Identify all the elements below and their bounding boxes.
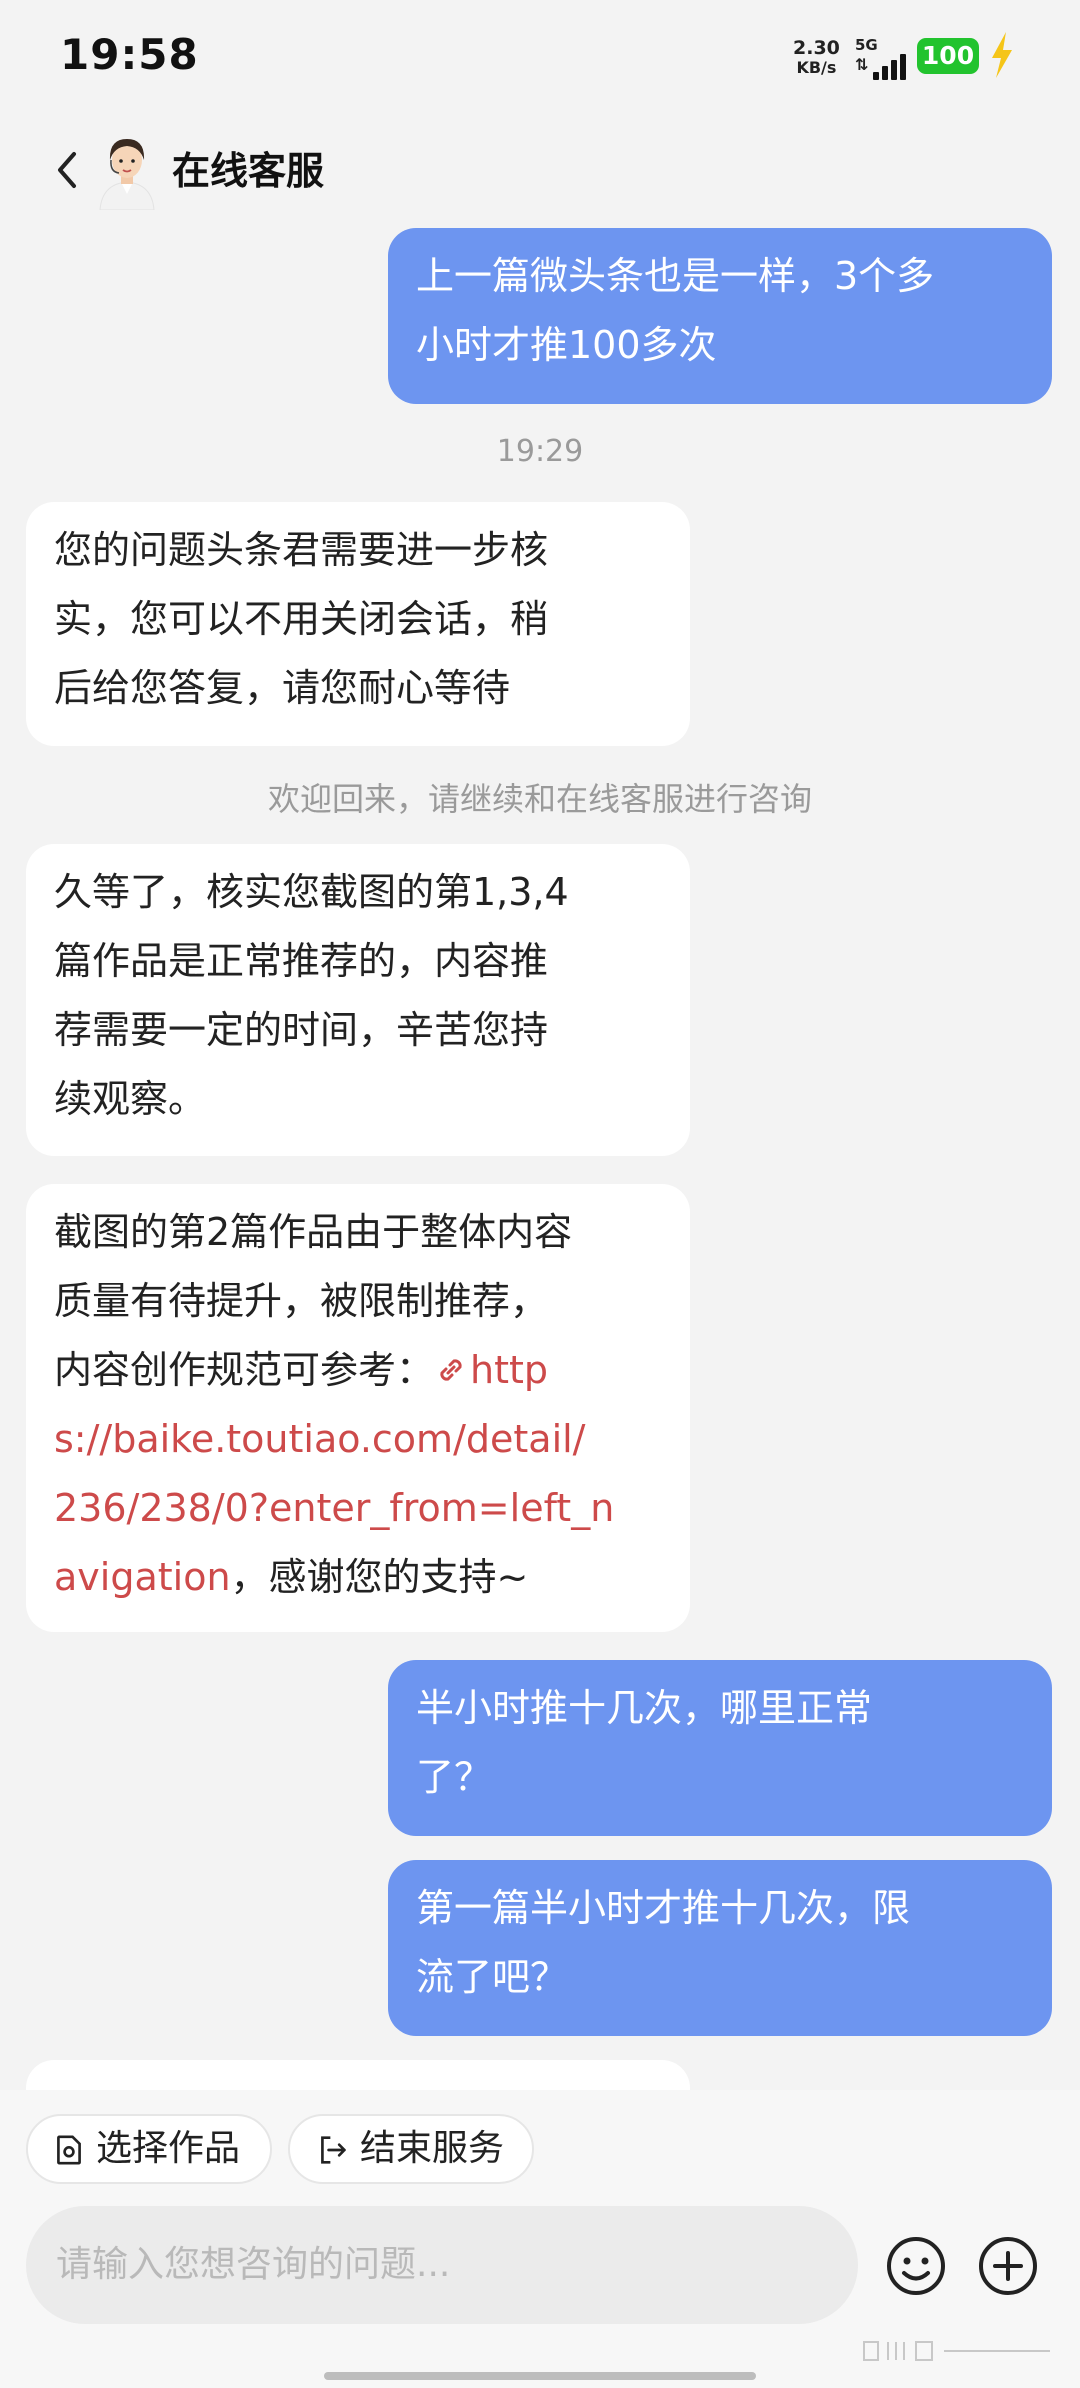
home-indicator[interactable] (324, 2372, 756, 2380)
guideline-link[interactable]: http (434, 1348, 548, 1392)
link-text[interactable]: http (470, 1348, 548, 1392)
network-type: 5G (855, 36, 878, 54)
net-speed: 2.30 KB/s (793, 38, 840, 78)
net-speed-unit: KB/s (796, 58, 837, 77)
message-line: 了？ (416, 1755, 493, 1799)
link-line[interactable]: avigation (54, 1555, 231, 1599)
message-line: 实，您可以不用关闭会话，稍 (54, 597, 549, 641)
message-line: 上一篇微头条也是一样，3个多 (416, 254, 935, 298)
message-text: 内容创作规范可参考： (54, 1348, 435, 1392)
message-line: 篇作品是正常推荐的，内容推 (54, 939, 549, 983)
message-line: 第一篇半小时才推十几次，限 (416, 1886, 911, 1930)
watermark-logo (863, 2341, 1050, 2361)
user-message-3: 第一篇半小时才推十几次，限 流了吧？ (388, 1860, 1052, 2036)
agent-message-2: 久等了，核实您截图的第1,3,4 篇作品是正常推荐的，内容推 荐需要一定的时间，… (26, 844, 690, 1156)
agent-message-3: 截图的第2篇作品由于整体内容 质量有待提升，被限制推荐， 内容创作规范可参考： h… (26, 1184, 690, 1632)
message-text: ，感谢您的支持~ (230, 1555, 529, 1599)
plus-icon[interactable] (976, 2234, 1040, 2298)
emoji-icon[interactable] (884, 2234, 948, 2298)
message-line: 久等了，核实您截图的第1,3,4 (54, 870, 569, 914)
end-service-icon (321, 2136, 346, 2164)
end-service-button[interactable]: 结束服务 (288, 2114, 534, 2184)
system-notice: 欢迎回来，请继续和在线客服进行咨询 (267, 780, 812, 818)
net-speed-value: 2.30 (793, 37, 840, 59)
message-input[interactable]: 请输入您想咨询的问题... (26, 2206, 858, 2324)
message-line: 质量有待提升，被限制推荐， (54, 1279, 549, 1323)
back-icon[interactable] (48, 142, 84, 198)
data-arrows-icon: ⇅ (855, 55, 869, 74)
chat-header: 在线客服 (0, 120, 1080, 220)
agent-message-1: 您的问题头条君需要进一步核 实，您可以不用关闭会话，稍 后给您答复，请您耐心等待 (26, 502, 690, 746)
message-line: 内容创作规范可参考： http (54, 1336, 662, 1405)
message-line: 后给您答复，请您耐心等待 (54, 666, 511, 710)
message-line: 流了吧？ (416, 1955, 569, 1999)
lightning-icon (992, 32, 1012, 78)
status-time: 19:58 (60, 30, 199, 79)
select-work-icon (57, 2135, 81, 2165)
message-line: avigation，感谢您的支持~ (54, 1543, 662, 1612)
select-work-button[interactable]: 选择作品 (26, 2114, 272, 2184)
user-message-2: 半小时推十几次，哪里正常 了？ (388, 1660, 1052, 1836)
end-service-label: 结束服务 (360, 2128, 505, 2169)
select-work-label: 选择作品 (96, 2128, 241, 2169)
link-icon (440, 1359, 462, 1381)
avatar[interactable] (92, 130, 162, 210)
status-bar: 19:58 2.30 KB/s 5G ⇅ 100 (0, 0, 1080, 120)
timestamp: 19:29 (496, 434, 584, 469)
signal-indicator: 5G ⇅ (855, 36, 913, 80)
message-line: 截图的第2篇作品由于整体内容 (54, 1210, 573, 1254)
user-message-1: 上一篇微头条也是一样，3个多 小时才推100多次 (388, 228, 1052, 404)
message-line: 续观察。 (54, 1077, 207, 1121)
page-title: 在线客服 (172, 149, 325, 193)
message-line: 您的问题头条君需要进一步核 (54, 528, 549, 572)
message-line: 荐需要一定的时间，辛苦您持 (54, 1008, 549, 1052)
message-line: 小时才推100多次 (416, 323, 717, 367)
link-line[interactable]: s://baike.toutiao.com/detail/ (54, 1405, 662, 1474)
battery-indicator: 100 (917, 38, 979, 74)
message-line: 半小时推十几次，哪里正常 (416, 1686, 873, 1730)
link-line[interactable]: 236/238/0?enter_from=left_n (54, 1474, 662, 1543)
